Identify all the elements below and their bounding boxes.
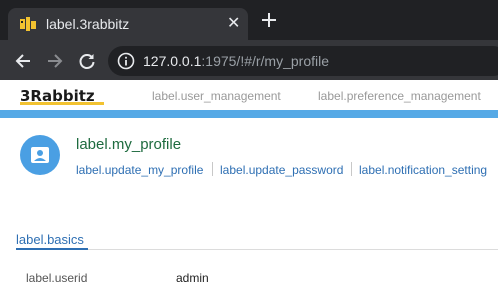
url-host: 127.0.0.1 xyxy=(143,53,202,69)
forward-arrow-icon[interactable] xyxy=(46,52,64,70)
link-divider xyxy=(212,162,213,176)
update-my-profile-link[interactable]: label.update_my_profile xyxy=(76,163,203,177)
new-tab-icon[interactable] xyxy=(261,12,277,28)
site-info-icon[interactable] xyxy=(117,52,135,70)
tab-basics[interactable]: label.basics xyxy=(16,232,84,247)
link-divider xyxy=(351,162,352,176)
nav-user-management[interactable]: label.user_management xyxy=(152,89,281,103)
header-accent-bar xyxy=(0,110,498,118)
userid-label: label.userid xyxy=(26,271,88,285)
update-password-link[interactable]: label.update_password xyxy=(220,163,343,177)
back-arrow-icon[interactable] xyxy=(14,52,32,70)
url-path: :1975/!#/r/my_profile xyxy=(201,53,330,69)
notification-setting-link[interactable]: label.notification_setting xyxy=(359,163,487,177)
tab-active-indicator xyxy=(16,248,88,250)
svg-text:3Rabbitz: 3Rabbitz xyxy=(20,87,95,105)
tab-divider xyxy=(16,249,498,250)
tab-title: label.3rabbitz xyxy=(46,16,130,32)
profile-card-icon xyxy=(31,147,49,163)
page-title: label.my_profile xyxy=(76,136,182,153)
rabbit-favicon-icon xyxy=(20,17,36,31)
close-tab-icon[interactable]: ✕ xyxy=(227,15,240,33)
browser-tab[interactable]: label.3rabbitz ✕ xyxy=(8,8,248,40)
nav-preference-management[interactable]: label.preference_management xyxy=(318,89,481,103)
userid-value: admin xyxy=(176,271,209,285)
reload-icon[interactable] xyxy=(78,52,96,70)
url-text[interactable]: 127.0.0.1:1975/!#/r/my_profile xyxy=(143,53,329,69)
3rabbitz-logo[interactable]: 3Rabbitz xyxy=(20,87,104,105)
avatar xyxy=(20,135,60,175)
